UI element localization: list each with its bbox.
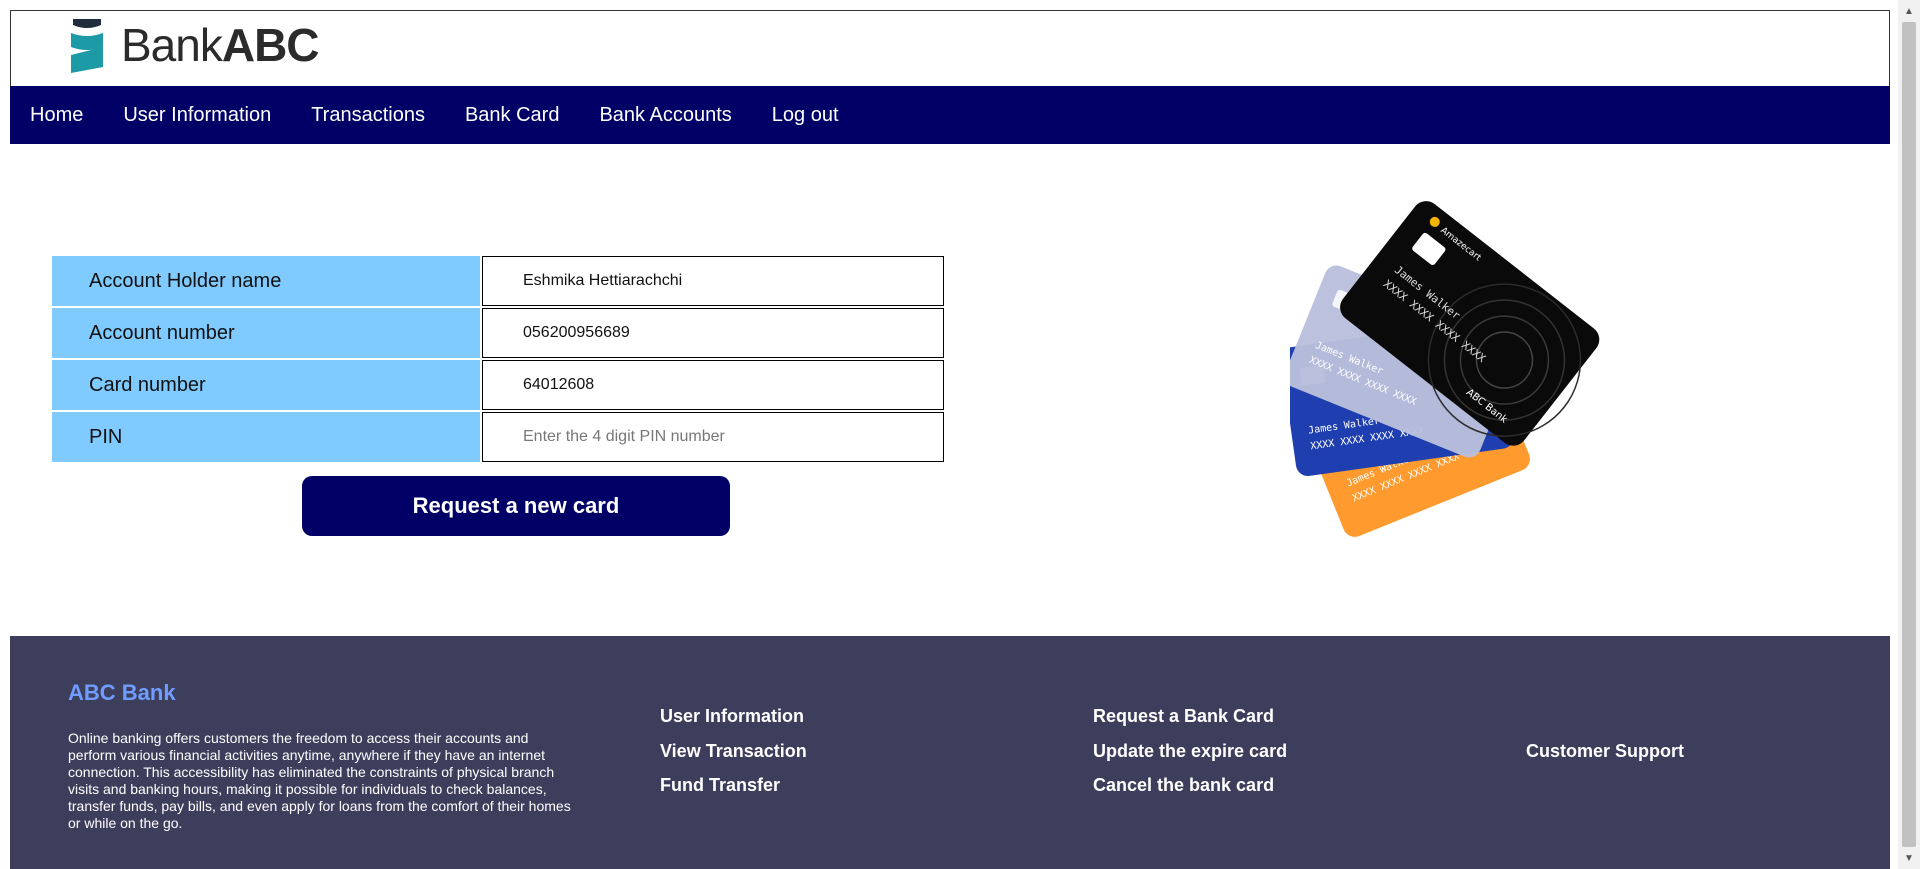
request-new-card-button[interactable]: Request a new card (302, 476, 730, 536)
footer-description: Online banking offers customers the free… (68, 730, 571, 831)
account-holder-label: Account Holder name (52, 256, 482, 306)
footer-link-user-information[interactable]: User Information (660, 706, 804, 727)
footer-brand: ABC Bank (68, 680, 176, 705)
footer-link-view-transaction[interactable]: View Transaction (660, 741, 807, 762)
bank-logo[interactable]: BankABC (69, 17, 320, 73)
card-number-field[interactable] (482, 360, 944, 410)
form-row-card-number: Card number (52, 360, 944, 410)
card-request-form: Account Holder name Account number Card … (52, 256, 944, 464)
logo-text-light: Bank (121, 19, 223, 71)
account-number-field[interactable] (482, 308, 944, 358)
form-row-account-number: Account number (52, 308, 944, 358)
footer-link-update-expire-card[interactable]: Update the expire card (1093, 741, 1287, 762)
bank-cards-illustration: James Walker XXXX XXXX XXXX XXXX James W… (1290, 201, 1600, 537)
account-number-label: Account number (52, 308, 482, 358)
footer-link-fund-transfer[interactable]: Fund Transfer (660, 775, 780, 796)
nav-log-out[interactable]: Log out (772, 104, 839, 127)
pin-label: PIN (52, 412, 482, 462)
pin-field[interactable] (482, 412, 944, 462)
form-row-pin: PIN (52, 412, 944, 462)
page-scrollbar[interactable]: ▲ ▼ (1898, 0, 1920, 869)
site-footer: ABC Bank Online banking offers customers… (10, 636, 1890, 869)
form-row-account-holder: Account Holder name (52, 256, 944, 306)
footer-link-request-bank-card[interactable]: Request a Bank Card (1093, 706, 1274, 727)
main-nav: Home User Information Transactions Bank … (10, 86, 1890, 144)
footer-link-customer-support[interactable]: Customer Support (1526, 741, 1684, 762)
bank-logo-text: BankABC (121, 18, 320, 72)
nav-bank-accounts[interactable]: Bank Accounts (599, 104, 731, 127)
site-header: BankABC (10, 10, 1890, 86)
scrollbar-thumb[interactable] (1902, 22, 1916, 847)
account-holder-field[interactable] (482, 256, 944, 306)
nav-transactions[interactable]: Transactions (311, 104, 425, 127)
scroll-down-arrow-icon[interactable]: ▼ (1898, 847, 1920, 869)
nav-bank-card[interactable]: Bank Card (465, 104, 560, 127)
nav-home[interactable]: Home (30, 104, 83, 127)
logo-text-bold: ABC (221, 19, 320, 71)
nav-user-information[interactable]: User Information (123, 104, 271, 127)
page: BankABC Home User Information Transactio… (0, 0, 1920, 869)
footer-link-cancel-bank-card[interactable]: Cancel the bank card (1093, 775, 1274, 796)
card-number-label: Card number (52, 360, 482, 410)
scroll-up-arrow-icon[interactable]: ▲ (1898, 0, 1920, 22)
bank-logo-icon (71, 19, 103, 73)
